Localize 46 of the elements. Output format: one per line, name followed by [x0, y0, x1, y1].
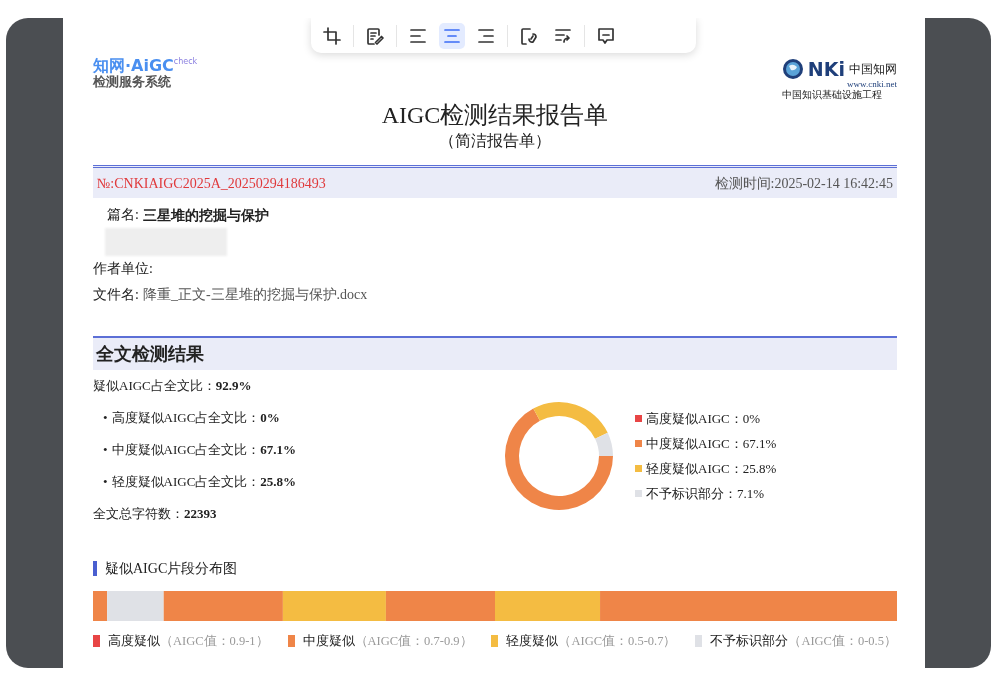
document-link-icon	[519, 25, 539, 46]
align-center-button[interactable]	[439, 22, 465, 49]
section-title: 全文检测结果	[93, 336, 897, 370]
report-subtitle: （简洁报告单）	[439, 131, 551, 151]
stat-label: 全文总字符数：	[93, 505, 184, 523]
field-value: 三星堆的挖掘与保护	[142, 206, 269, 225]
stat-label: 轻度疑似AIGC占全文比：	[111, 473, 261, 491]
logo-slogan: 中国知识基础设施工程	[781, 89, 883, 100]
logo-chinese-name: 中国知网	[849, 63, 897, 75]
check-time: 检测时间:2025-02-14 16:42:45	[714, 174, 893, 193]
report-number: №:CNKIAIGC2025A_20250294186493	[97, 174, 326, 193]
logo-url: www.cnki.net	[846, 80, 897, 89]
legend-label: 高度疑似（AIGC值：0.9-1）	[108, 633, 269, 650]
report-title: AIGC检测结果报告单	[381, 101, 609, 130]
legend-label: 轻度疑似AIGC：25.8%	[646, 460, 777, 478]
stat-value: 0%	[260, 409, 280, 427]
logo-subtitle: 检测服务系统	[93, 74, 172, 89]
legend-label: 轻度疑似（AIGC值：0.5-0.7）	[506, 633, 677, 650]
legend-label: 中度疑似AIGC：67.1%	[646, 435, 777, 453]
bullet: •	[103, 441, 108, 459]
field-label: 篇名:	[107, 206, 139, 224]
logo-tag: check	[173, 57, 198, 66]
legend-label: 高度疑似AIGC：0%	[646, 410, 761, 428]
section-marker	[93, 561, 97, 576]
comment-icon	[596, 25, 616, 46]
stat-label: 疑似AIGC占全文比：	[93, 377, 216, 395]
globe-icon	[781, 58, 804, 80]
stat-value: 22393	[184, 505, 217, 523]
stat-value: 67.1%	[260, 441, 297, 459]
legend-label: 不予标识部分：7.1%	[646, 485, 765, 503]
bullet: •	[103, 473, 108, 491]
crop-icon	[322, 25, 342, 46]
stat-label: 高度疑似AIGC占全文比：	[111, 409, 261, 427]
field-value: 降重_正文-三星堆的挖掘与保护.docx	[142, 286, 368, 304]
bullet: •	[103, 409, 108, 427]
document-edit-icon	[365, 25, 385, 46]
distribution-title: 疑似AIGC片段分布图	[105, 560, 238, 578]
logo-text: 知网·AiGC	[93, 56, 174, 75]
field-label: 文件名:	[93, 286, 139, 304]
stat-value: 25.8%	[260, 473, 297, 491]
stat-value: 92.9%	[215, 377, 252, 395]
stat-label: 中度疑似AIGC占全文比：	[111, 441, 261, 459]
legend-label: 中度疑似（AIGC值：0.7-0.9）	[302, 633, 473, 650]
logo-text: NKi	[807, 59, 845, 79]
legend-label: 不予标识部分（AIGC值：0-0.5）	[710, 633, 897, 650]
field-label: 作者单位:	[93, 260, 153, 278]
